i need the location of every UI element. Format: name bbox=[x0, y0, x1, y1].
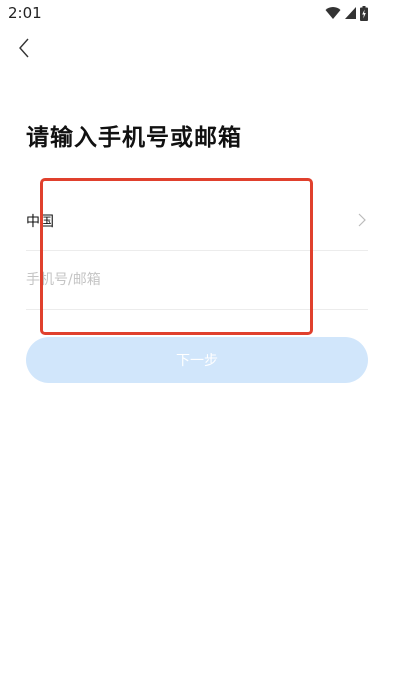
account-field-row bbox=[26, 250, 368, 310]
status-bar: 2:01 bbox=[0, 0, 394, 26]
battery-charging-icon bbox=[360, 5, 368, 21]
cell-signal-icon bbox=[344, 6, 357, 20]
status-icons bbox=[325, 5, 368, 21]
wifi-icon bbox=[325, 6, 341, 20]
account-input[interactable] bbox=[26, 250, 368, 309]
next-button[interactable]: 下一步 bbox=[26, 337, 368, 383]
country-label: 中国 bbox=[26, 214, 54, 230]
country-selector[interactable]: 中国 bbox=[26, 190, 368, 251]
chevron-right-icon bbox=[358, 212, 366, 231]
status-time: 2:01 bbox=[8, 4, 42, 22]
page-title: 请输入手机号或邮箱 bbox=[26, 125, 242, 151]
back-button[interactable] bbox=[10, 36, 38, 64]
chevron-left-icon bbox=[17, 37, 31, 63]
